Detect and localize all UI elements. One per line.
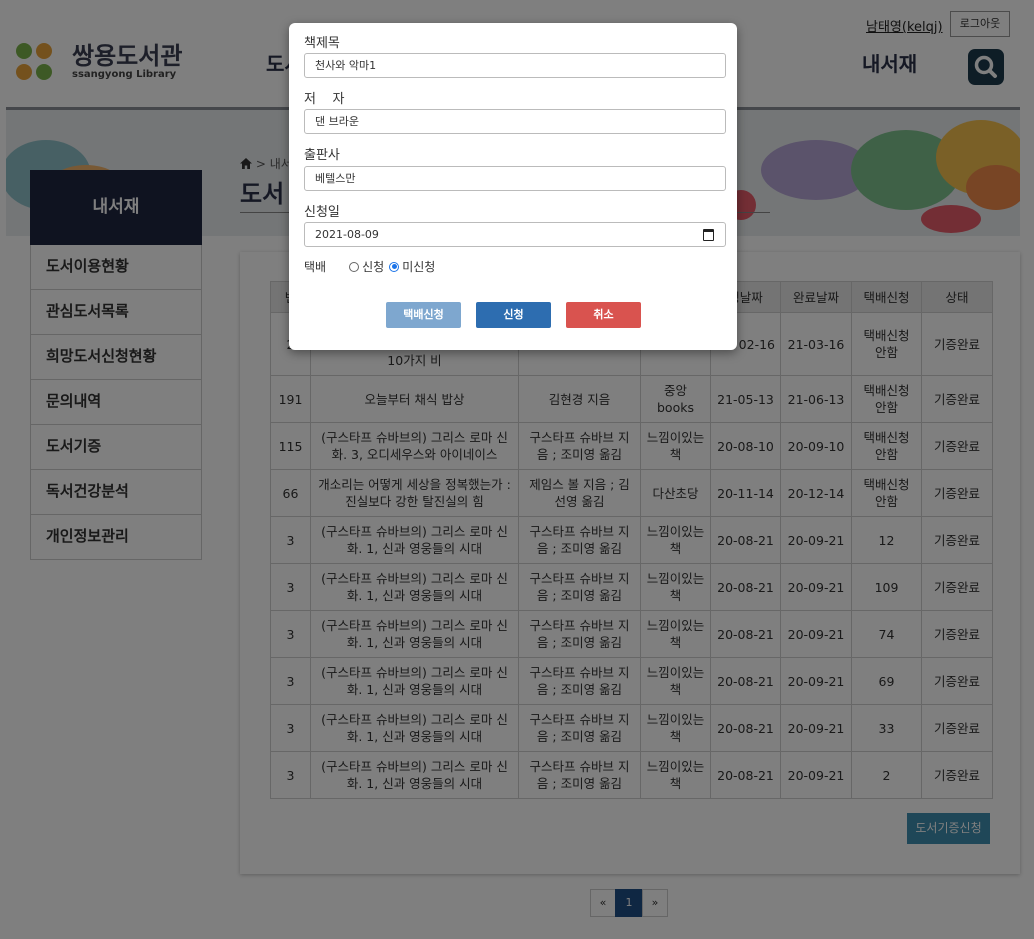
request-date-value: 2021-08-09 [315,228,379,241]
publisher-label: 출판사 [304,148,340,163]
request-date-input[interactable]: 2021-08-09 [304,222,726,247]
delivery-option-group: 택배 신청 미신청 [304,258,435,275]
delivery-apply-radio[interactable] [349,261,360,272]
donation-modal: 책제목 천사와 악마1 저 자 댄 브라운 출판사 베텔스만 신청일 2021-… [289,23,737,350]
delivery-request-button[interactable]: 택배신청 [386,302,461,328]
author-label: 저 자 [304,92,345,107]
delivery-label: 택배 [304,260,327,274]
book-title-input[interactable]: 천사와 악마1 [304,53,726,78]
request-date-label: 신청일 [304,205,340,220]
publisher-input[interactable]: 베텔스만 [304,166,726,191]
delivery-apply-label[interactable]: 신청 [362,258,384,275]
author-input[interactable]: 댄 브라운 [304,109,726,134]
book-title-label: 책제목 [304,36,340,51]
delivery-not-apply-label[interactable]: 미신청 [402,258,435,275]
apply-button[interactable]: 신청 [476,302,551,328]
delivery-not-apply-radio[interactable] [389,261,400,272]
cancel-button[interactable]: 취소 [566,302,641,328]
calendar-icon[interactable] [703,229,714,241]
